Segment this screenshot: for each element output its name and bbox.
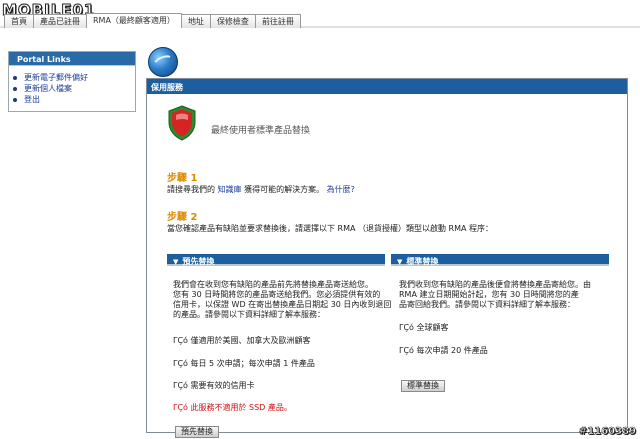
standard-item: ΓÇó 全球顧客	[399, 323, 449, 332]
bullet-icon	[13, 97, 17, 102]
portal-links-list: 更新電子郵件偏好 更新個人檔案 登出	[9, 66, 135, 111]
portal-link-item: 登出	[13, 94, 135, 105]
watermark-id: #1160389	[578, 426, 637, 438]
tab-warranty-check[interactable]: 保修檢查	[209, 14, 256, 28]
ssd-warning: ΓÇó 此服務不適用於 SSD 產品。	[173, 403, 292, 412]
advance-line: 您有 30 日時間將您的產品寄送給我們。您必須提供有效的	[173, 290, 381, 299]
advance-item: ΓÇó 僅適用於美國、加拿大及歐洲顧客	[173, 336, 311, 345]
shield-icon	[168, 105, 196, 141]
step1-text: 請搜尋我們的 知識庫 獲得可能的解決方案。 為什麼?	[167, 184, 355, 195]
portal-links-title: Portal Links	[9, 52, 135, 66]
tab-bar: 首頁 產品已註冊 RMA（最終顧客適用） 地址 保修檢查 前往註冊	[4, 13, 301, 28]
advance-replacement-header: ▼ 預先替換	[167, 254, 385, 266]
update-profile-link[interactable]: 更新個人檔案	[24, 83, 72, 94]
standard-item: ΓÇó 每次申請 20 件產品	[399, 346, 488, 355]
bullet-icon	[13, 75, 17, 80]
step1-text-prefix: 請搜尋我們的	[167, 185, 215, 194]
banner-title: 最終使用者標準產品替換	[211, 126, 311, 136]
top-bar: MOBILE01 首頁 產品已註冊 RMA（最終顧客適用） 地址 保修檢查 前往…	[0, 0, 640, 28]
panel-title: 保用服務	[147, 79, 627, 94]
bullet-icon	[13, 86, 17, 91]
tab-home[interactable]: 首頁	[4, 14, 34, 28]
portal-link-item: 更新電子郵件偏好	[13, 72, 135, 83]
standard-replacement-title: 標準替換	[406, 257, 439, 266]
standard-line: 品寄回給我們。請參閱以下資料詳細了解本服務：	[399, 300, 575, 309]
step2-text: 當您確認產品有缺陷並要求替換後，請選擇以下 RMA （退貨授權）類型以啟動 RM…	[167, 224, 494, 233]
advance-item: ΓÇó 每日 5 次申請；每次申請 1 件產品	[173, 359, 315, 368]
portal-link-item: 更新個人檔案	[13, 83, 135, 94]
why-link[interactable]: 為什麼?	[327, 185, 355, 194]
advance-line: 的產品。請參閱以下資料詳細了解本服務：	[173, 310, 325, 319]
advance-item: ΓÇó 需要有效的信用卡	[173, 381, 255, 390]
standard-replacement-button[interactable]: 標準替換	[401, 380, 445, 392]
step1-title: 步驟 1	[167, 173, 198, 184]
logout-link[interactable]: 登出	[24, 94, 40, 105]
tab-registered-products[interactable]: 產品已註冊	[33, 14, 87, 28]
advance-description: 我們會在收到您有缺陷的產品前先將替換產品寄送給您。 您有 30 日時間將您的產品…	[173, 280, 391, 320]
tab-rma[interactable]: RMA（最終顧客適用）	[86, 13, 182, 28]
warranty-service-panel: 保用服務 最終使用者標準產品替換 步驟 1 請搜尋我們的 知識庫 獲得可能的解決…	[146, 78, 628, 438]
tab-address[interactable]: 地址	[180, 14, 211, 28]
advance-line: 我們會在收到您有缺陷的產品前先將替換產品寄送給您。	[173, 280, 373, 289]
standard-line: RMA 建立日期開始計起，您有 30 日時間將您的產	[399, 290, 579, 299]
triangle-down-icon: ▼	[173, 258, 179, 266]
globe-icon	[148, 47, 178, 77]
advance-replacement-button[interactable]: 預先替換	[175, 426, 219, 438]
advance-line: 信用卡，以保證 WD 在寄出替換產品日期起 30 日內收到退回	[173, 300, 392, 309]
standard-replacement-header: ▼ 標準替換	[391, 254, 609, 266]
update-email-preferences-link[interactable]: 更新電子郵件偏好	[24, 72, 88, 83]
tab-register[interactable]: 前往註冊	[254, 14, 301, 28]
triangle-down-icon: ▼	[397, 258, 403, 266]
portal-links-box: Portal Links 更新電子郵件偏好 更新個人檔案 登出	[8, 51, 136, 112]
standard-description: 我們收到您有缺陷的產品後便會將替換產品寄給您。由 RMA 建立日期開始計起，您有…	[399, 280, 591, 310]
step1-text-mid: 獲得可能的解決方案。	[244, 185, 325, 194]
advance-replacement-title: 預先替換	[182, 257, 215, 266]
step2-title: 步驟 2	[167, 212, 198, 223]
globe-arc	[151, 52, 177, 74]
knowledge-base-link[interactable]: 知識庫	[218, 185, 242, 194]
standard-line: 我們收到您有缺陷的產品後便會將替換產品寄給您。由	[399, 280, 591, 289]
